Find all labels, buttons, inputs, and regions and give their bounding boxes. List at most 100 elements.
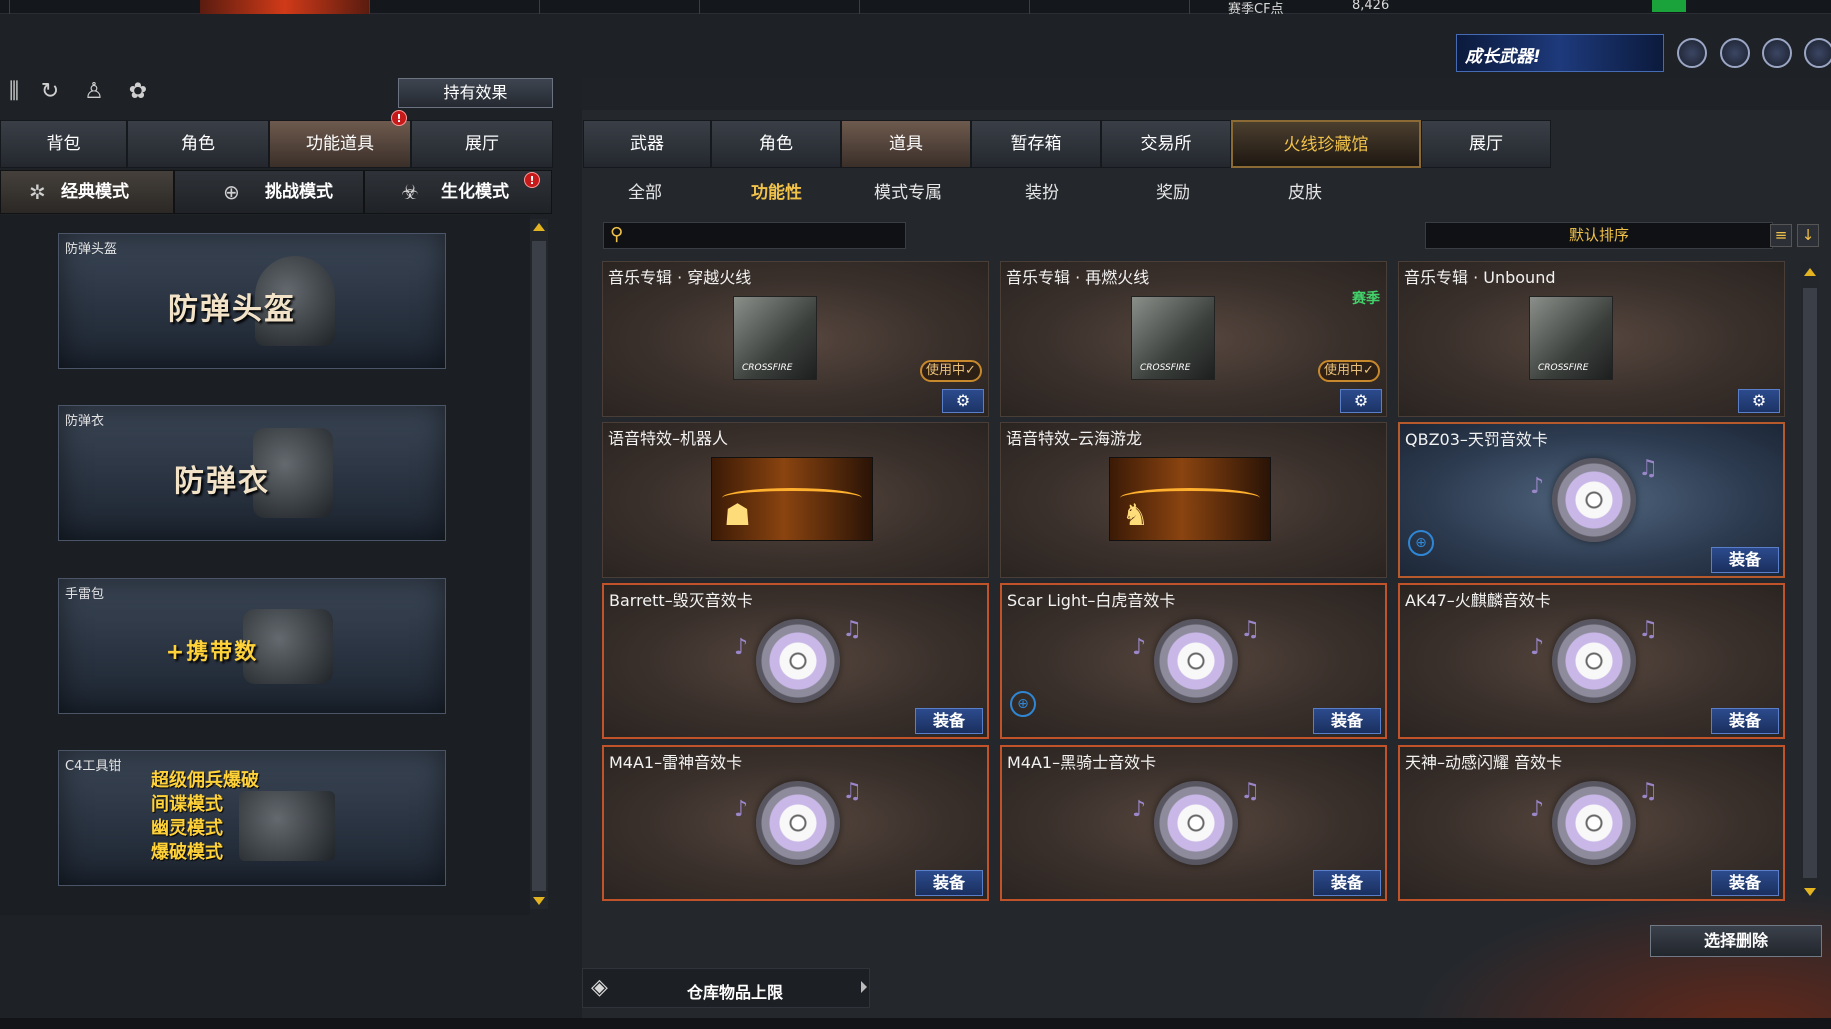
crosshair-icon: ⊕ (1408, 530, 1434, 556)
tab-weapons[interactable]: 武器 (583, 120, 711, 168)
top-seg[interactable] (540, 0, 700, 14)
settings-gear-icon[interactable]: ⚙ (1340, 389, 1382, 413)
search-input[interactable]: ⚲ (603, 222, 906, 249)
equip-button[interactable]: 装备 (1313, 870, 1381, 896)
ranking-icon[interactable]: ⫼ (0, 78, 28, 106)
item-card[interactable]: AK47–火麒麟音效卡 ♪ ♫ 装备 (1398, 583, 1785, 739)
item-card[interactable]: Scar Light–白虎音效卡 ♪ ♫ ⊕ 装备 (1000, 583, 1387, 739)
tab-showroom[interactable]: 展厅 (1421, 120, 1551, 168)
dragon-icon: ♞ (1122, 498, 1149, 533)
equip-button[interactable]: 装备 (1711, 547, 1779, 573)
item-label: 防弹头盔 (65, 242, 118, 257)
settings-gear-icon[interactable]: ⚙ (942, 389, 984, 413)
equip-button[interactable]: 装备 (1313, 708, 1381, 734)
gift-icon[interactable]: ✿ (124, 78, 152, 106)
star-badge-icon[interactable] (1762, 38, 1792, 68)
sort-select[interactable]: 默认排序 (1425, 222, 1773, 249)
scroll-up-icon[interactable] (533, 223, 545, 231)
album-logo: CROSSFIRE (1538, 363, 1589, 373)
tab-backpack[interactable]: 背包 (0, 120, 127, 168)
item-card[interactable]: 音乐专辑 · 再燃火线 赛季 CROSSFIRE 使用中✓ ⚙ (1000, 261, 1387, 417)
item-card[interactable]: M4A1–雷神音效卡 ♪ ♫ 装备 (602, 745, 989, 901)
select-delete-button[interactable]: 选择删除 (1650, 925, 1822, 957)
disc-icon (1552, 619, 1636, 703)
equip-button[interactable]: 装备 (1711, 708, 1779, 734)
disc-icon (1552, 781, 1636, 865)
mode-classic[interactable]: ✲ 经典模式 (0, 170, 174, 214)
tab-character[interactable]: 角色 (127, 120, 269, 168)
equip-button[interactable]: 装备 (915, 870, 983, 896)
list-item-grenade-pack[interactable]: 手雷包 +携带数 (58, 578, 446, 714)
tab-items[interactable]: 道具 (841, 120, 971, 168)
crosshair-badge-icon[interactable] (1720, 38, 1750, 68)
user-icon[interactable]: ♙ (80, 78, 108, 106)
expand-arrow-icon[interactable] (861, 981, 867, 993)
item-card[interactable]: M4A1–黑骑士音效卡 ♪ ♫ 装备 (1000, 745, 1387, 901)
subtab-skins[interactable]: 皮肤 (1288, 178, 1322, 203)
settings-gear-icon[interactable]: ⚙ (1738, 389, 1780, 413)
item-card[interactable]: 音乐专辑 · Unbound CROSSFIRE ⚙ (1398, 261, 1785, 417)
sound-card-image: ♪ ♫ (1132, 779, 1260, 867)
refresh-icon[interactable]: ↻ (36, 78, 64, 106)
item-card[interactable]: Barrett–毁灭音效卡 ♪ ♫ 装备 (602, 583, 989, 739)
subtab-outfit[interactable]: 装扮 (1025, 178, 1059, 203)
top-seg[interactable] (860, 0, 1030, 14)
tab-collection[interactable]: 火线珍藏馆 (1231, 120, 1421, 168)
music-note-icon: ♪ (1132, 635, 1147, 660)
sort-direction-icon[interactable]: ↓ (1797, 224, 1819, 247)
subtab-all[interactable]: 全部 (628, 178, 662, 203)
tab-exchange[interactable]: 交易所 (1101, 120, 1231, 168)
top-seg-active[interactable] (200, 0, 370, 14)
pliers-icon (239, 791, 335, 861)
tab-storage[interactable]: 暂存箱 (971, 120, 1101, 168)
grid-scrollbar[interactable] (1801, 262, 1819, 902)
scroll-thumb[interactable] (532, 241, 546, 891)
shield-badge-icon[interactable] (1677, 38, 1707, 68)
subtab-functional[interactable]: 功能性 (751, 178, 802, 203)
voice-effect-image: ♞ (1109, 457, 1271, 541)
top-seg[interactable] (370, 0, 540, 14)
item-card[interactable]: 音乐专辑 · 穿越火线 CROSSFIRE 使用中✓ ⚙ (602, 261, 989, 417)
music-note-icon: ♪ (1530, 474, 1545, 499)
tab-character[interactable]: 角色 (711, 120, 841, 168)
tab-showroom[interactable]: 展厅 (411, 120, 553, 168)
left-scrollbar[interactable] (530, 219, 548, 909)
grow-weapon-banner[interactable]: 成长武器! (1456, 34, 1664, 72)
list-item-c4-pliers[interactable]: C4工具钳 超级佣兵爆破 间谍模式 幽灵模式 爆破模式 (58, 750, 446, 886)
equip-button[interactable]: 装备 (1711, 870, 1779, 896)
scroll-up-icon[interactable] (1804, 268, 1816, 276)
scroll-down-icon[interactable] (533, 897, 545, 905)
v-badge-icon[interactable] (1804, 38, 1831, 68)
top-seg[interactable] (700, 0, 860, 14)
bottom-taskbar (0, 1018, 1831, 1029)
list-item-vest[interactable]: 防弹衣 防弹衣 (58, 405, 446, 541)
c4-mode-line: 超级佣兵爆破 (151, 770, 259, 791)
item-card[interactable]: 天神–动感闪耀 音效卡 ♪ ♫ 装备 (1398, 745, 1785, 901)
item-label: 手雷包 (65, 587, 105, 602)
item-label: 防弹衣 (65, 414, 105, 429)
scroll-thumb[interactable] (1803, 288, 1817, 878)
item-card-selected[interactable]: QBZ03–天罚音效卡 ♪ ♫ ⊕ 装备 (1398, 422, 1785, 578)
mode-challenge[interactable]: ⊕ 挑战模式 (174, 170, 364, 214)
card-title: 音乐专辑 · 穿越火线 (608, 268, 752, 287)
storage-limit-label: 仓库物品上限 (687, 983, 784, 1002)
item-card[interactable]: 语音特效–云海游龙 ♞ (1000, 422, 1387, 578)
list-view-icon[interactable]: ≡ (1770, 224, 1792, 247)
list-item-helmet[interactable]: 防弹头盔 防弹头盔 (58, 233, 446, 369)
equip-button[interactable]: 装备 (915, 708, 983, 734)
hold-effect-button[interactable]: 持有效果 (398, 78, 553, 108)
top-seg[interactable] (1030, 0, 1190, 14)
music-note-icon: ♫ (842, 779, 862, 804)
album-image: CROSSFIRE (1131, 296, 1251, 380)
function-item-list: 防弹头盔 防弹头盔 防弹衣 防弹衣 手雷包 +携带数 C4工具钳 超级佣兵爆破 … (0, 215, 548, 915)
disc-icon (1154, 619, 1238, 703)
storage-limit-bar[interactable]: ◈ 仓库物品上限 (582, 968, 870, 1008)
item-card[interactable]: 语音特效–机器人 ☗ (602, 422, 989, 578)
subtab-mode-exclusive[interactable]: 模式专属 (874, 178, 942, 203)
status-indicator (1652, 0, 1686, 12)
album-cover: CROSSFIRE (1529, 296, 1613, 380)
subtab-rewards[interactable]: 奖励 (1156, 178, 1190, 203)
music-note-icon: ♪ (734, 797, 749, 822)
scroll-down-icon[interactable] (1804, 888, 1816, 896)
tab-function-items[interactable]: 功能道具 (269, 120, 411, 168)
